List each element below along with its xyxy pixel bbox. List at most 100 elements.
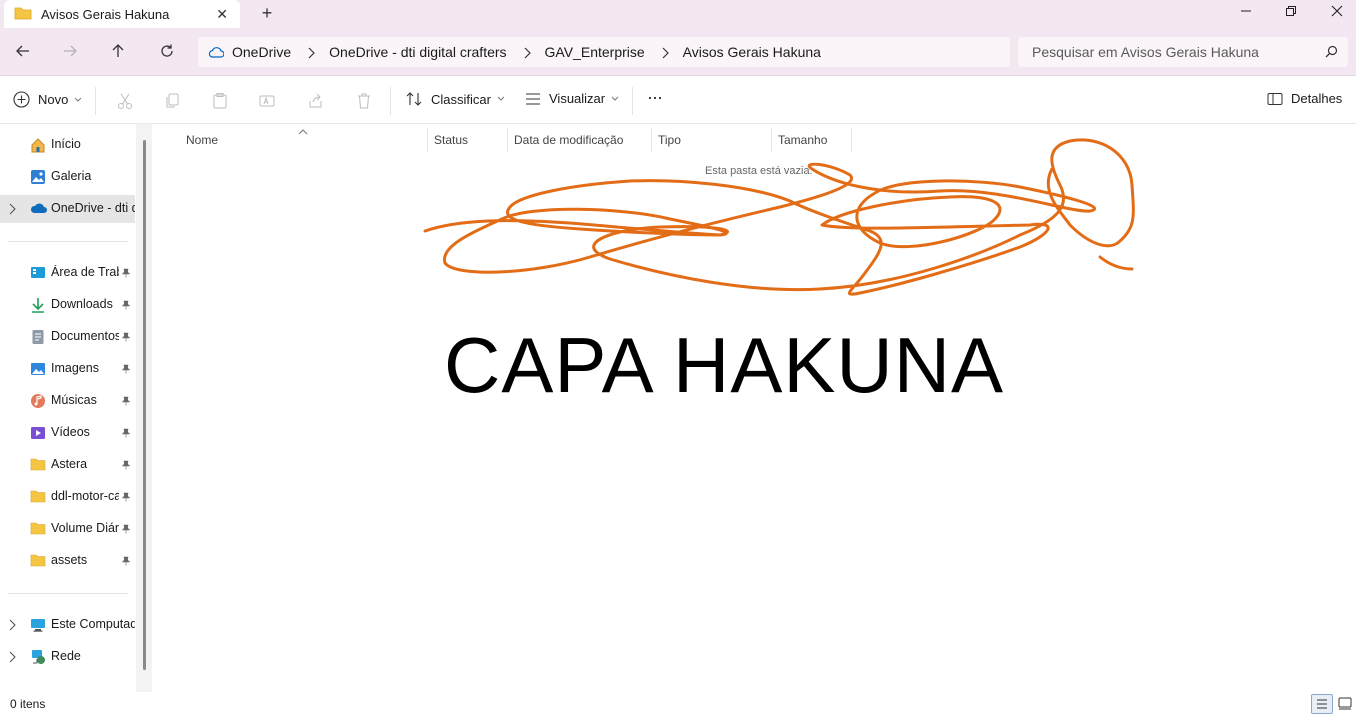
sidebar-item-imagens[interactable]: Imagens <box>0 355 135 383</box>
rename-icon[interactable] <box>258 92 276 110</box>
sort-button[interactable]: Classificar <box>406 91 505 107</box>
cut-icon[interactable] <box>116 92 134 110</box>
folder-icon <box>30 457 46 473</box>
sidebar-item-label: Volume Diári <box>51 521 119 535</box>
gallery-icon <box>30 169 46 185</box>
chevron-right-icon[interactable] <box>8 619 16 634</box>
breadcrumb-gav-enterprise[interactable]: GAV_Enterprise <box>545 44 645 60</box>
sidebar-item-este-computador[interactable]: Este Computador <box>0 611 135 639</box>
details-pane-icon <box>1267 92 1283 106</box>
pin-icon[interactable] <box>121 267 131 281</box>
download-icon <box>30 297 46 313</box>
share-icon[interactable] <box>307 92 325 110</box>
address-bar[interactable]: OneDrive OneDrive - dti digital crafters… <box>198 37 1010 67</box>
status-bar: 0 itens <box>0 692 1356 716</box>
folder-icon <box>30 521 46 537</box>
toolbar-divider <box>390 87 391 115</box>
breadcrumb-onedrive[interactable]: OneDrive <box>232 44 291 60</box>
scribble-drawing <box>423 138 1135 296</box>
sidebar-item-onedrive[interactable]: OneDrive - dti d <box>0 195 135 223</box>
network-icon <box>30 649 46 665</box>
desktop-icon <box>30 265 46 281</box>
onedrive-icon <box>30 201 47 217</box>
toolbar-divider <box>95 87 96 115</box>
tiles-view-button[interactable] <box>1335 694 1356 714</box>
pin-icon[interactable] <box>121 555 131 569</box>
chevron-right-icon[interactable] <box>307 46 315 59</box>
sidebar-scrollbar[interactable] <box>143 140 146 670</box>
sidebar-item-rede[interactable]: Rede <box>0 643 135 671</box>
chevron-right-icon[interactable] <box>523 46 531 59</box>
sidebar-item-assets[interactable]: assets <box>0 547 135 575</box>
overlay-title-text: CAPA HAKUNA <box>444 321 1005 409</box>
minimize-button[interactable] <box>1234 2 1258 24</box>
breadcrumb-avisos-gerais[interactable]: Avisos Gerais Hakuna <box>683 44 821 60</box>
sidebar-item-galeria[interactable]: Galeria <box>0 163 135 191</box>
pin-icon[interactable] <box>121 395 131 409</box>
sidebar-item-label: Downloads <box>51 297 113 311</box>
sidebar-item-label: ddl-motor-ca <box>51 489 119 503</box>
view-button[interactable]: Visualizar <box>525 91 619 106</box>
tab-title: Avisos Gerais Hakuna <box>41 6 170 22</box>
sidebar-item-musicas[interactable]: Músicas <box>0 387 135 415</box>
sidebar-item-astera[interactable]: Astera <box>0 451 135 479</box>
sidebar-item-documentos[interactable]: Documentos <box>0 323 135 351</box>
view-label: Visualizar <box>549 91 606 106</box>
plus-circle-icon <box>13 91 30 108</box>
sidebar-item-label: OneDrive - dti d <box>51 201 135 215</box>
sidebar-item-inicio[interactable]: Início <box>0 131 135 159</box>
pin-icon[interactable] <box>121 427 131 441</box>
more-options-button[interactable]: ··· <box>647 87 663 108</box>
chevron-right-icon[interactable] <box>661 46 669 59</box>
sidebar-divider <box>8 241 128 242</box>
details-view-button[interactable] <box>1311 694 1333 714</box>
refresh-button[interactable] <box>158 42 178 62</box>
search-input[interactable]: Pesquisar em Avisos Gerais Hakuna <box>1018 37 1348 67</box>
new-label: Novo <box>38 92 69 107</box>
view-list-icon <box>525 92 541 106</box>
pin-icon[interactable] <box>121 299 131 313</box>
close-tab-icon[interactable]: ✕ <box>216 6 228 23</box>
new-tab-button[interactable]: + <box>258 4 276 22</box>
details-label: Detalhes <box>1291 91 1343 106</box>
pin-icon[interactable] <box>121 459 131 473</box>
toolbar-divider <box>632 87 633 115</box>
sidebar-item-label: Rede <box>51 649 81 663</box>
pictures-icon <box>30 361 46 377</box>
pin-icon[interactable] <box>121 363 131 377</box>
sort-label: Classificar <box>431 91 491 107</box>
sidebar-item-label: assets <box>51 553 88 567</box>
back-button[interactable] <box>14 42 34 62</box>
tiles-view-icon <box>1338 697 1352 710</box>
sidebar-item-label: Galeria <box>51 169 92 183</box>
tab-avisos-gerais-hakuna[interactable]: Avisos Gerais Hakuna ✕ <box>4 0 240 28</box>
pin-icon[interactable] <box>121 523 131 537</box>
sidebar-item-volume-diario[interactable]: Volume Diári <box>0 515 135 543</box>
delete-icon[interactable] <box>355 92 373 110</box>
copy-icon[interactable] <box>163 92 181 110</box>
details-button[interactable]: Detalhes <box>1267 91 1342 106</box>
chevron-right-icon[interactable] <box>8 203 16 218</box>
close-window-button[interactable] <box>1325 2 1349 24</box>
restore-button[interactable] <box>1279 2 1303 24</box>
sidebar-item-area-de-trabalho[interactable]: Área de Traba <box>0 259 135 287</box>
new-button[interactable]: Novo <box>13 91 82 108</box>
sidebar-item-label: Documentos <box>51 329 119 343</box>
paste-icon[interactable] <box>211 92 229 110</box>
breadcrumb-onedrive-dti[interactable]: OneDrive - dti digital crafters <box>329 44 506 60</box>
sort-ascending-icon <box>298 124 308 138</box>
forward-button[interactable] <box>61 42 81 62</box>
up-button[interactable] <box>109 42 129 62</box>
sidebar-item-videos[interactable]: Vídeos <box>0 419 135 447</box>
folder-icon <box>14 6 32 23</box>
details-view-icon <box>1317 699 1327 709</box>
chevron-right-icon[interactable] <box>8 651 16 666</box>
pin-icon[interactable] <box>121 491 131 505</box>
navigation-bar: OneDrive OneDrive - dti digital crafters… <box>0 28 1356 76</box>
sidebar-divider <box>8 593 128 594</box>
search-icon[interactable] <box>1325 45 1338 61</box>
sidebar-item-label: Este Computador <box>51 617 135 631</box>
sidebar-item-ddl-motor[interactable]: ddl-motor-ca <box>0 483 135 511</box>
sidebar-item-downloads[interactable]: Downloads <box>0 291 135 319</box>
pin-icon[interactable] <box>121 331 131 345</box>
